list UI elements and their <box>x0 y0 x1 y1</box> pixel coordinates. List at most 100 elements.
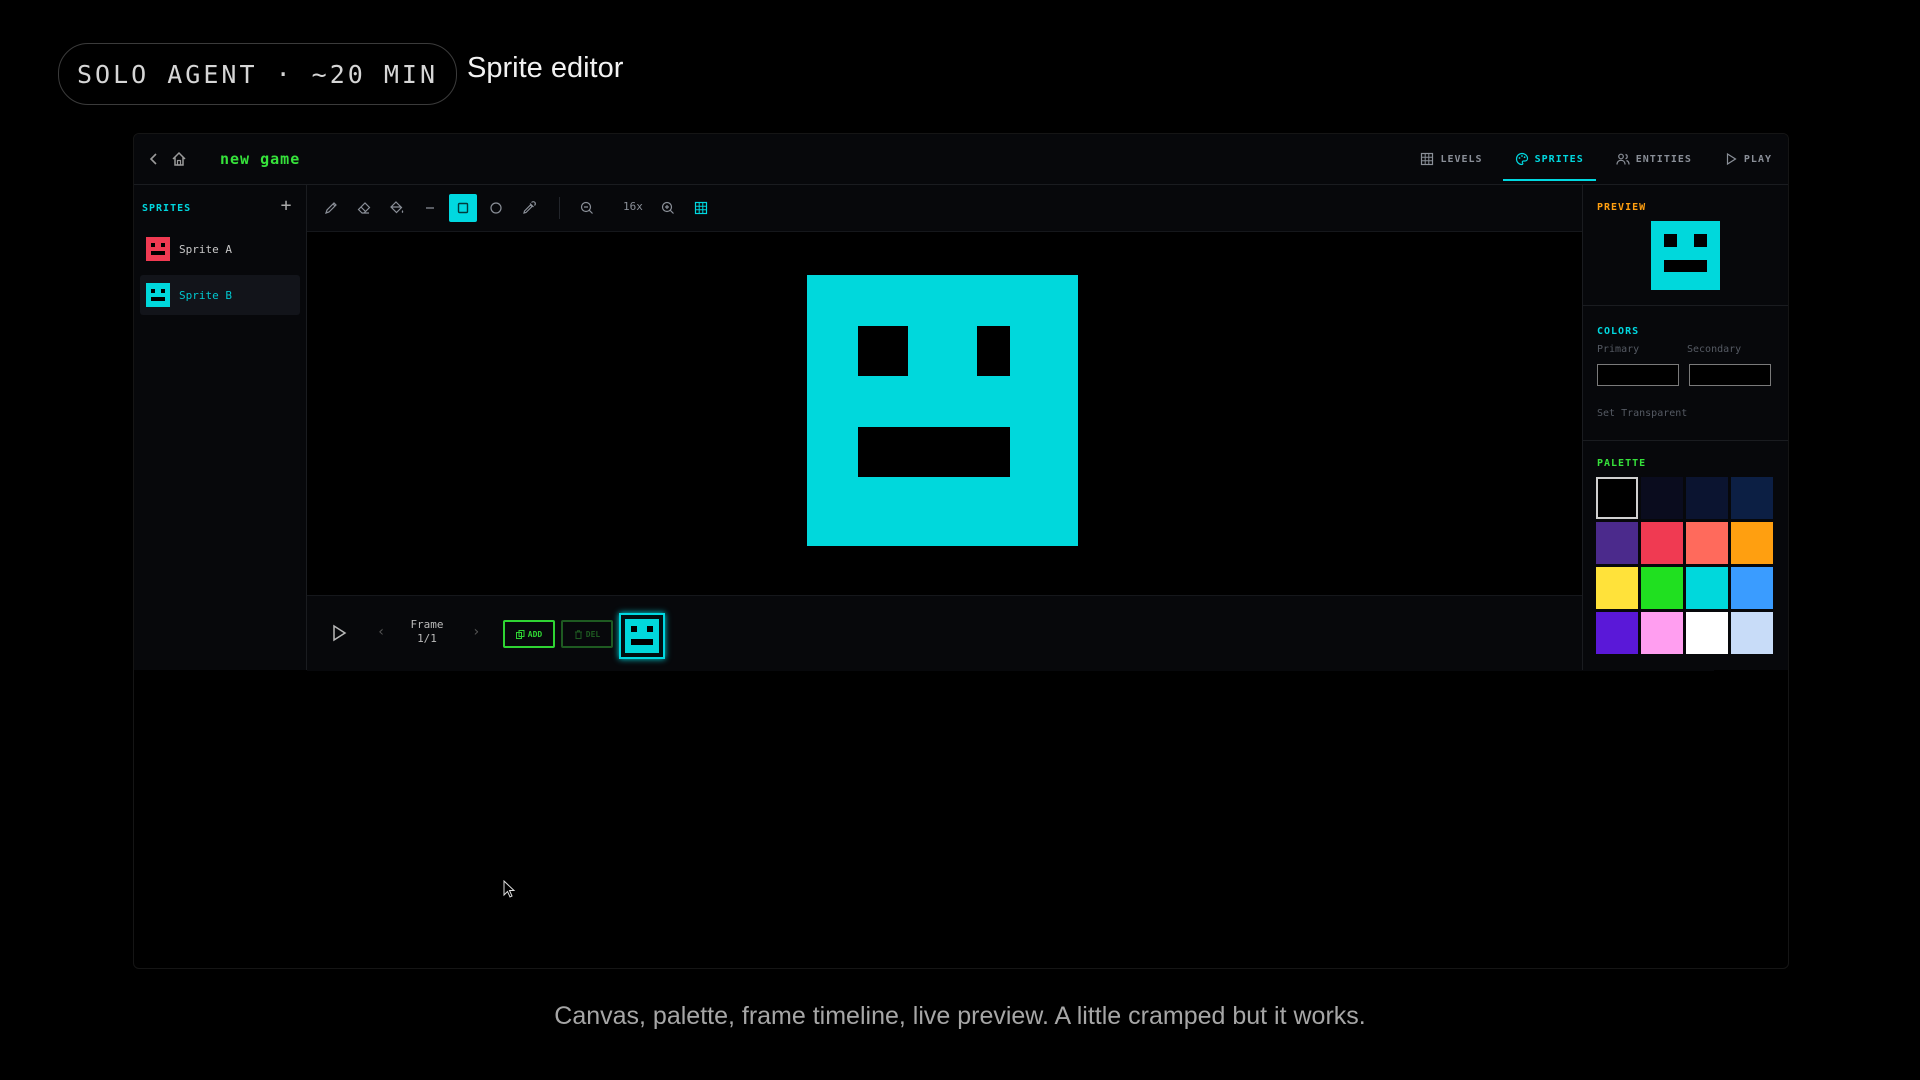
add-sprite-button[interactable]: + <box>276 196 296 216</box>
palette-swatch[interactable] <box>1641 612 1683 654</box>
rect-tool[interactable] <box>449 194 477 222</box>
sprite-thumbnail <box>146 237 170 261</box>
frame-count: 1/1 <box>417 632 437 645</box>
colors-title: COLORS <box>1597 326 1640 337</box>
session-badge: SOLO AGENT · ~20 MIN <box>58 43 458 105</box>
grid-icon <box>694 201 708 215</box>
pixel-left-eye <box>858 326 908 376</box>
set-transparent-button[interactable]: Set Transparent <box>1597 408 1687 419</box>
copy-icon <box>515 629 525 639</box>
eyedropper-icon <box>523 201 536 214</box>
fill-icon <box>390 201 404 214</box>
back-chevron-icon[interactable] <box>145 150 163 168</box>
eraser-icon <box>357 202 371 214</box>
palette-swatch[interactable] <box>1641 477 1683 519</box>
palette-swatch[interactable] <box>1731 567 1773 609</box>
eyedropper-tool[interactable] <box>515 194 543 222</box>
tab-label: ENTITIES <box>1635 153 1692 165</box>
next-frame-icon[interactable]: › <box>472 624 480 640</box>
tab-label: LEVELS <box>1440 153 1483 165</box>
add-frame-label: ADD <box>527 629 543 639</box>
palette-swatch[interactable] <box>1596 567 1638 609</box>
palette-icon <box>1515 152 1528 166</box>
zoom-in-button[interactable] <box>654 194 682 222</box>
palette-swatch[interactable] <box>1731 522 1773 564</box>
ellipse-tool[interactable] <box>482 194 510 222</box>
preview-section: PREVIEW <box>1583 185 1788 306</box>
sprite-label: Sprite B <box>179 288 232 302</box>
tab-sprites[interactable]: SPRITES <box>1501 143 1598 181</box>
frame-thumbnail-1[interactable] <box>619 613 665 659</box>
palette-swatch[interactable] <box>1731 612 1773 654</box>
primary-label: Primary <box>1597 344 1640 355</box>
sprites-panel-title: SPRITES <box>142 203 192 214</box>
main-tabs: LEVELS SPRITES ENTITIES PLAY <box>1404 134 1788 184</box>
sprite-item-b[interactable]: Sprite B <box>140 275 300 315</box>
slide-title: Sprite editor <box>467 52 624 84</box>
preview-title: PREVIEW <box>1597 202 1647 213</box>
palette-swatch[interactable] <box>1641 567 1683 609</box>
grid-icon <box>1421 152 1434 166</box>
frame-indicator: Frame 1/1 <box>402 618 452 646</box>
frame-timeline: ‹ Frame 1/1 › ADD DEL <box>307 595 1714 671</box>
add-frame-button[interactable]: ADD <box>503 620 555 648</box>
secondary-label: Secondary <box>1687 344 1742 355</box>
line-icon <box>426 207 434 209</box>
zoom-out-button[interactable] <box>573 194 601 222</box>
palette-swatch[interactable] <box>1641 522 1683 564</box>
palette-swatch[interactable] <box>1731 477 1773 519</box>
tab-play[interactable]: PLAY <box>1710 143 1786 175</box>
zoom-in-icon <box>661 201 674 214</box>
drawing-canvas[interactable] <box>307 232 1714 594</box>
delete-frame-button[interactable]: DEL <box>561 620 613 648</box>
sprites-panel: SPRITES + Sprite A Sprite B <box>134 185 307 670</box>
home-icon[interactable] <box>170 150 188 168</box>
prev-frame-icon[interactable]: ‹ <box>377 624 385 640</box>
rect-icon <box>457 202 469 214</box>
toolbar-divider <box>559 197 560 219</box>
pencil-tool[interactable] <box>317 194 345 222</box>
trash-icon <box>574 629 582 639</box>
play-icon <box>1726 152 1737 166</box>
sprite-thumbnail <box>146 283 170 307</box>
pixel-right-eye <box>977 326 1010 376</box>
palette-swatch[interactable] <box>1686 477 1728 519</box>
live-preview <box>1651 221 1720 290</box>
primary-color-swatch[interactable] <box>1597 364 1679 386</box>
palette-swatch[interactable] <box>1686 522 1728 564</box>
delete-frame-label: DEL <box>585 629 601 639</box>
users-icon <box>1616 153 1630 165</box>
tab-label: PLAY <box>1743 153 1772 165</box>
mouse-cursor-icon <box>503 880 516 898</box>
tab-levels[interactable]: LEVELS <box>1406 143 1496 175</box>
palette-swatch[interactable] <box>1686 567 1728 609</box>
frame-label: Frame <box>410 618 444 631</box>
sprite-label: Sprite A <box>179 242 232 256</box>
eraser-tool[interactable] <box>350 194 378 222</box>
slide-caption: Canvas, palette, frame timeline, live pr… <box>554 1002 1366 1030</box>
tab-label: SPRITES <box>1534 153 1584 165</box>
line-tool[interactable] <box>416 194 444 222</box>
zoom-out-icon <box>580 201 593 214</box>
palette-swatch[interactable] <box>1686 612 1728 654</box>
tab-entities[interactable]: ENTITIES <box>1602 143 1706 175</box>
ellipse-icon <box>490 202 502 214</box>
pixel-mouth <box>858 427 1010 477</box>
project-name: new game <box>220 150 301 168</box>
play-animation-icon[interactable] <box>329 623 349 643</box>
palette-swatch[interactable] <box>1596 477 1638 519</box>
fill-tool[interactable] <box>383 194 411 222</box>
secondary-color-swatch[interactable] <box>1689 364 1771 386</box>
sprite-item-a[interactable]: Sprite A <box>140 229 300 269</box>
zoom-level: 16x <box>623 200 643 213</box>
top-bar: new game LEVELS SPRITES ENTITIES PLAY <box>134 134 1788 185</box>
colors-section: COLORS Primary Secondary Set Transparent <box>1583 306 1788 441</box>
sprite-canvas-art[interactable] <box>807 275 1078 546</box>
palette-swatch[interactable] <box>1596 522 1638 564</box>
palette-swatch[interactable] <box>1596 612 1638 654</box>
pencil-icon <box>325 202 337 214</box>
grid-toggle-button[interactable] <box>687 194 715 222</box>
inspector-panel: PREVIEW COLORS Primary Secondary Set Tra… <box>1582 185 1788 670</box>
drawing-toolbar: 16x <box>307 185 1714 232</box>
palette-title: PALETTE <box>1597 458 1647 469</box>
